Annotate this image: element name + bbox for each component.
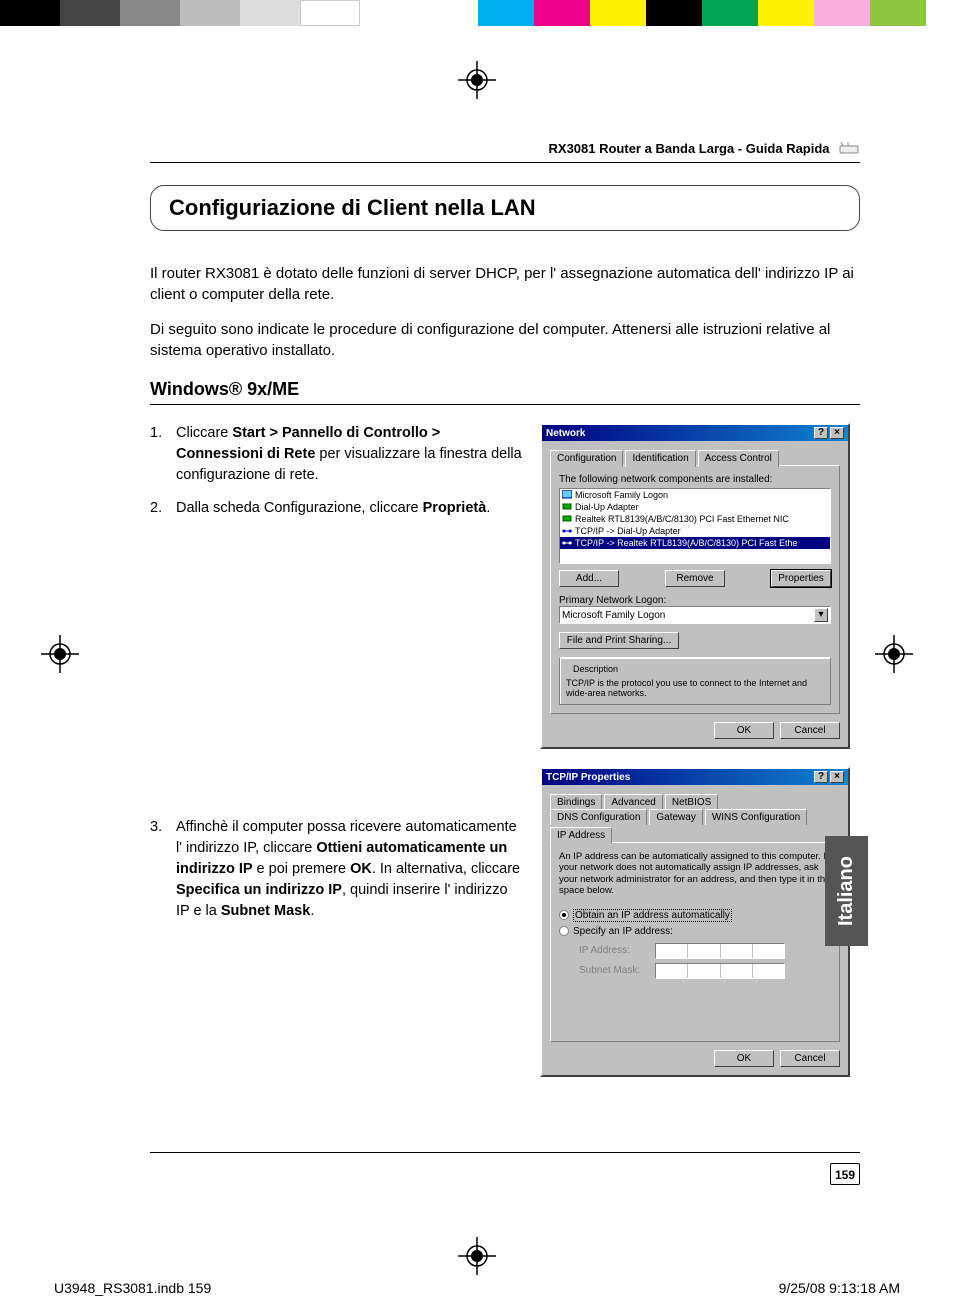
- cancel-button[interactable]: Cancel: [780, 1050, 840, 1067]
- help-button[interactable]: ?: [814, 427, 828, 439]
- step-2: 2. Dalla scheda Configurazione, cliccare…: [150, 498, 522, 519]
- adapter-icon: [562, 514, 572, 524]
- page-footer: 159: [150, 1152, 860, 1185]
- client-icon: [562, 490, 572, 500]
- ipaddr-description: An IP address can be automatically assig…: [559, 851, 831, 897]
- cancel-button[interactable]: Cancel: [780, 722, 840, 739]
- file-print-sharing-button[interactable]: File and Print Sharing...: [559, 632, 679, 649]
- network-dialog: Network ? × Configuration Identification…: [540, 423, 850, 749]
- tab-gateway[interactable]: Gateway: [649, 809, 702, 825]
- print-footer: U3948_RS3081.indb 159 9/25/08 9:13:18 AM: [54, 1280, 900, 1296]
- section-heading: Configuriazione di Client nella LAN: [150, 185, 860, 231]
- tab-ip-address[interactable]: IP Address: [550, 827, 612, 844]
- components-label: The following network components are ins…: [559, 474, 831, 485]
- radio-obtain-auto[interactable]: Obtain an IP address automatically: [559, 907, 831, 924]
- ok-button[interactable]: OK: [714, 1050, 774, 1067]
- os-sub-heading: Windows® 9x/ME: [150, 379, 860, 405]
- remove-button[interactable]: Remove: [665, 570, 725, 587]
- add-button[interactable]: Add...: [559, 570, 619, 587]
- dialog-title: Network: [546, 428, 585, 439]
- tab-netbios[interactable]: NetBIOS: [665, 794, 718, 810]
- intro-paragraph-2: Di seguito sono indicate le procedure di…: [150, 319, 860, 361]
- page-content: RX3081 Router a Banda Larga - Guida Rapi…: [150, 140, 860, 1095]
- color-registration-bars: [0, 0, 954, 26]
- components-listbox[interactable]: Microsoft Family Logon Dial-Up Adapter R…: [559, 488, 831, 564]
- close-button[interactable]: ×: [830, 427, 844, 439]
- registration-mark-icon: [874, 634, 914, 674]
- tab-advanced[interactable]: Advanced: [604, 794, 662, 810]
- tcpip-properties-dialog: TCP/IP Properties ? × Bindings Advanced …: [540, 767, 850, 1077]
- adapter-icon: [562, 502, 572, 512]
- primary-logon-dropdown[interactable]: Microsoft Family Logon ▾: [559, 606, 831, 624]
- chevron-down-icon: ▾: [814, 608, 828, 622]
- tab-dns-config[interactable]: DNS Configuration: [550, 809, 647, 825]
- intro-paragraph-1: Il router RX3081 è dotato delle funzioni…: [150, 263, 860, 305]
- document-title: RX3081 Router a Banda Larga - Guida Rapi…: [549, 141, 830, 156]
- tab-access-control[interactable]: Access Control: [698, 450, 779, 467]
- registration-mark-icon: [457, 60, 497, 100]
- registration-mark-icon: [40, 634, 80, 674]
- print-file-info: U3948_RS3081.indb 159: [54, 1280, 211, 1296]
- running-header: RX3081 Router a Banda Larga - Guida Rapi…: [150, 140, 860, 163]
- subnet-mask-input[interactable]: [655, 963, 785, 979]
- tab-identification[interactable]: Identification: [625, 450, 695, 467]
- tab-wins-config[interactable]: WINS Configuration: [705, 809, 807, 825]
- registration-mark-icon: [457, 1236, 497, 1276]
- step-1: 1. Cliccare Start > Pannello di Controll…: [150, 423, 522, 486]
- help-button[interactable]: ?: [814, 771, 828, 783]
- radio-specify[interactable]: Specify an IP address:: [559, 924, 831, 939]
- ip-address-input[interactable]: [655, 943, 785, 959]
- ok-button[interactable]: OK: [714, 722, 774, 739]
- language-side-tab: Italiano: [825, 836, 868, 946]
- primary-logon-label: Primary Network Logon:: [559, 595, 831, 606]
- router-icon: [838, 142, 860, 156]
- subnet-mask-label: Subnet Mask:: [579, 965, 649, 976]
- properties-button[interactable]: Properties: [771, 570, 831, 587]
- print-timestamp: 9/25/08 9:13:18 AM: [779, 1280, 900, 1296]
- protocol-icon: [562, 538, 572, 548]
- dialog-title: TCP/IP Properties: [546, 772, 630, 783]
- description-text: TCP/IP is the protocol you use to connec…: [566, 678, 824, 698]
- close-button[interactable]: ×: [830, 771, 844, 783]
- description-label: Description: [570, 664, 621, 674]
- tab-bindings[interactable]: Bindings: [550, 794, 602, 810]
- ip-address-label: IP Address:: [579, 945, 649, 956]
- step-3: 3. Affinchè il computer possa ricevere a…: [150, 817, 522, 922]
- page-number: 159: [830, 1163, 860, 1185]
- tab-configuration[interactable]: Configuration: [550, 450, 623, 467]
- protocol-icon: [562, 526, 572, 536]
